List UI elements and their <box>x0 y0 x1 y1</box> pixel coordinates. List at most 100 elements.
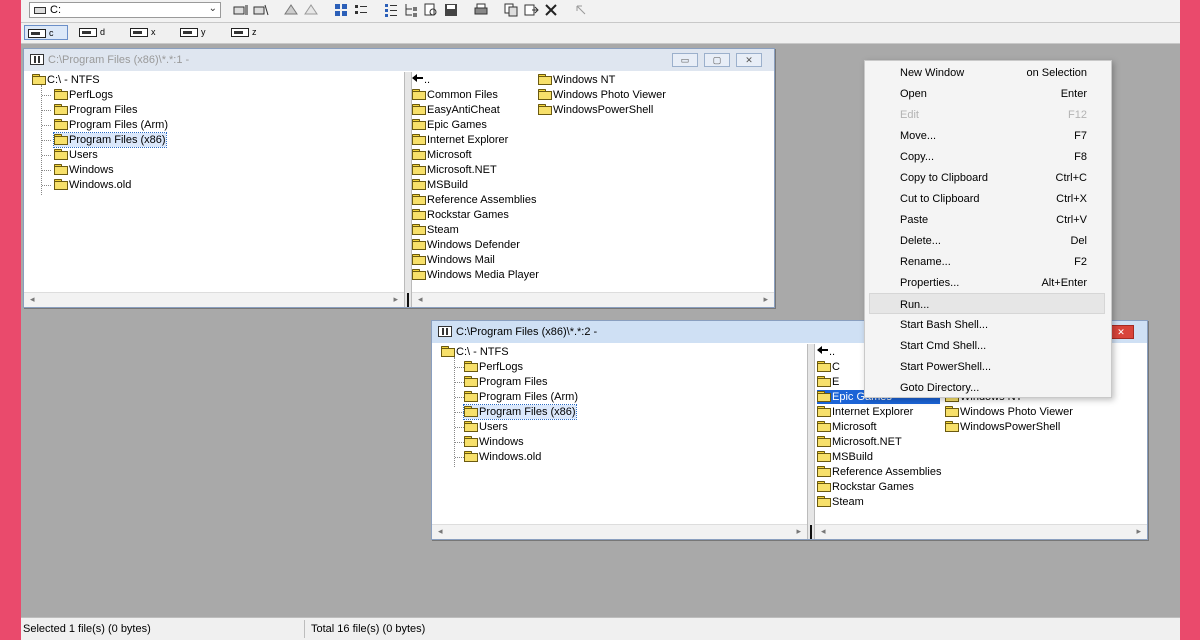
tree-node[interactable]: Program Files (Arm) <box>464 390 578 404</box>
file-list-item[interactable]: Windows NT <box>538 73 615 87</box>
menu-item-run[interactable]: Run... <box>869 293 1105 314</box>
print-icon[interactable] <box>473 2 489 18</box>
file-list-item[interactable]: WindowsPowerShell <box>538 103 653 117</box>
file-list-item[interactable]: MSBuild <box>817 450 873 464</box>
list-view-icon[interactable] <box>353 2 369 18</box>
tree-node[interactable]: C:\ - NTFS <box>441 345 509 359</box>
file-list-item[interactable]: Windows Photo Viewer <box>945 405 1073 419</box>
move-icon[interactable] <box>523 2 539 18</box>
tree-node[interactable]: Program Files <box>464 375 547 389</box>
file-list-item[interactable]: WindowsPowerShell <box>945 420 1060 434</box>
file-list-item[interactable]: Epic Games <box>412 118 487 132</box>
menu-item-start-powershell[interactable]: Start PowerShell... <box>865 356 1109 377</box>
maximize-button[interactable]: ▢ <box>704 53 730 67</box>
file-list-item[interactable]: Reference Assemblies <box>817 465 941 479</box>
tree-node[interactable]: Windows.old <box>464 450 541 464</box>
drive-button-x[interactable]: x <box>127 25 171 40</box>
file-list-item[interactable]: Rockstar Games <box>412 208 509 222</box>
scroll-right-icon[interactable]: ▸ <box>796 526 801 537</box>
file-list-item[interactable]: Steam <box>817 495 864 509</box>
parent-dir-item[interactable]: .. <box>817 345 835 359</box>
file-list-item[interactable]: Windows Mail <box>412 253 495 267</box>
menu-item-start-cmd-shell[interactable]: Start Cmd Shell... <box>865 335 1109 356</box>
file-list-item[interactable]: Steam <box>412 223 459 237</box>
file-list-item[interactable]: Rockstar Games <box>817 480 914 494</box>
menu-item-goto-directory[interactable]: Goto Directory... <box>865 377 1109 398</box>
menu-item-move[interactable]: Move... F7 <box>865 125 1109 146</box>
save-icon[interactable] <box>443 2 459 18</box>
tree-node[interactable]: C:\ - NTFS <box>32 73 100 87</box>
details-view-icon[interactable] <box>383 2 399 18</box>
pane-splitter[interactable] <box>404 72 412 307</box>
file-list-item[interactable]: Windows Defender <box>412 238 520 252</box>
tree-node[interactable]: Windows <box>54 163 114 177</box>
disconnect-drive-icon[interactable] <box>253 2 269 18</box>
menu-item-rename[interactable]: Rename... F2 <box>865 251 1109 272</box>
scroll-left-icon[interactable]: ◂ <box>418 294 423 305</box>
tree-view-icon[interactable] <box>403 2 419 18</box>
file-list-pane[interactable]: .. Common Files EasyAntiCheat Epic Games… <box>407 72 774 307</box>
menu-item-properties[interactable]: Properties... Alt+Enter <box>865 272 1109 293</box>
copy-icon[interactable] <box>503 2 519 18</box>
tree-node[interactable]: PerfLogs <box>464 360 523 374</box>
file-list-item[interactable]: Microsoft.NET <box>817 435 902 449</box>
tree-node[interactable]: Users <box>54 148 98 162</box>
tree-pane[interactable]: C:\ - NTFS PerfLogs Program Files Progra… <box>24 72 404 307</box>
menu-item-copy[interactable]: Copy... F8 <box>865 146 1109 167</box>
undo-icon[interactable] <box>573 2 589 18</box>
menu-item-new-window[interactable]: New Window on Selection <box>865 62 1109 83</box>
file-list-item[interactable]: Windows Media Player <box>412 268 539 282</box>
scroll-right-icon[interactable]: ▸ <box>1136 526 1141 537</box>
horizontal-scrollbar[interactable]: ◂ ▸ <box>815 524 1147 539</box>
drive-select[interactable]: C: ⌄ <box>29 2 221 18</box>
file-list-item[interactable]: Microsoft <box>817 420 877 434</box>
connect-drive-icon[interactable] <box>233 2 249 18</box>
menu-item-paste[interactable]: Paste Ctrl+V <box>865 209 1109 230</box>
drive-button-c[interactable]: c <box>24 25 68 40</box>
tree-node[interactable]: PerfLogs <box>54 88 113 102</box>
file-list-item[interactable]: Microsoft <box>412 148 472 162</box>
menu-item-cut-to-clipboard[interactable]: Cut to Clipboard Ctrl+X <box>865 188 1109 209</box>
file-list-item[interactable]: EasyAntiCheat <box>412 103 500 117</box>
scroll-right-icon[interactable]: ▸ <box>393 294 398 305</box>
large-icons-view-icon[interactable] <box>333 2 349 18</box>
tree-node[interactable]: Program Files (Arm) <box>54 118 168 132</box>
file-list-item[interactable]: E <box>817 375 839 389</box>
drive-button-z[interactable]: z <box>228 25 272 40</box>
window-titlebar[interactable]: C:\Program Files (x86)\*.*:1 - ▭ ▢ ✕ <box>24 49 774 71</box>
tree-node[interactable]: Windows.old <box>54 178 131 192</box>
file-list-item[interactable]: C <box>817 360 840 374</box>
file-list-item[interactable]: Reference Assemblies <box>412 193 536 207</box>
menu-item-open[interactable]: Open Enter <box>865 83 1109 104</box>
file-list-item[interactable]: Internet Explorer <box>412 133 508 147</box>
scroll-left-icon[interactable]: ◂ <box>821 526 826 537</box>
scroll-left-icon[interactable]: ◂ <box>438 526 443 537</box>
scroll-right-icon[interactable]: ▸ <box>763 294 768 305</box>
horizontal-scrollbar[interactable]: ◂ ▸ <box>432 524 807 539</box>
minimize-button[interactable]: ▭ <box>672 53 698 67</box>
share-as-icon[interactable] <box>283 2 299 18</box>
drive-button-d[interactable]: d <box>76 25 120 40</box>
file-list-item[interactable]: Internet Explorer <box>817 405 913 419</box>
tree-node[interactable]: Program Files <box>54 103 137 117</box>
tree-node-selected[interactable]: Program Files (x86) <box>463 404 577 420</box>
tree-node[interactable]: Windows <box>464 435 524 449</box>
close-button[interactable]: ✕ <box>736 53 762 67</box>
stop-sharing-icon[interactable] <box>303 2 319 18</box>
chevron-down-icon[interactable]: ⌄ <box>209 3 217 14</box>
file-list-item[interactable]: Microsoft.NET <box>412 163 497 177</box>
tree-node[interactable]: Users <box>464 420 508 434</box>
delete-icon[interactable] <box>543 2 559 18</box>
find-icon[interactable] <box>423 2 439 18</box>
file-list-item[interactable]: MSBuild <box>412 178 468 192</box>
horizontal-scrollbar[interactable]: ◂ ▸ <box>24 292 404 307</box>
parent-dir-item[interactable]: .. <box>412 73 430 87</box>
scroll-left-icon[interactable]: ◂ <box>30 294 35 305</box>
tree-node-selected[interactable]: Program Files (x86) <box>53 132 167 148</box>
pane-splitter[interactable] <box>807 344 815 539</box>
horizontal-scrollbar[interactable]: ◂ ▸ <box>412 292 774 307</box>
file-list-item[interactable]: Common Files <box>412 88 498 102</box>
file-list-item[interactable]: Windows Photo Viewer <box>538 88 666 102</box>
tree-pane[interactable]: C:\ - NTFS PerfLogs Program Files Progra… <box>432 344 807 539</box>
menu-item-delete[interactable]: Delete... Del <box>865 230 1109 251</box>
